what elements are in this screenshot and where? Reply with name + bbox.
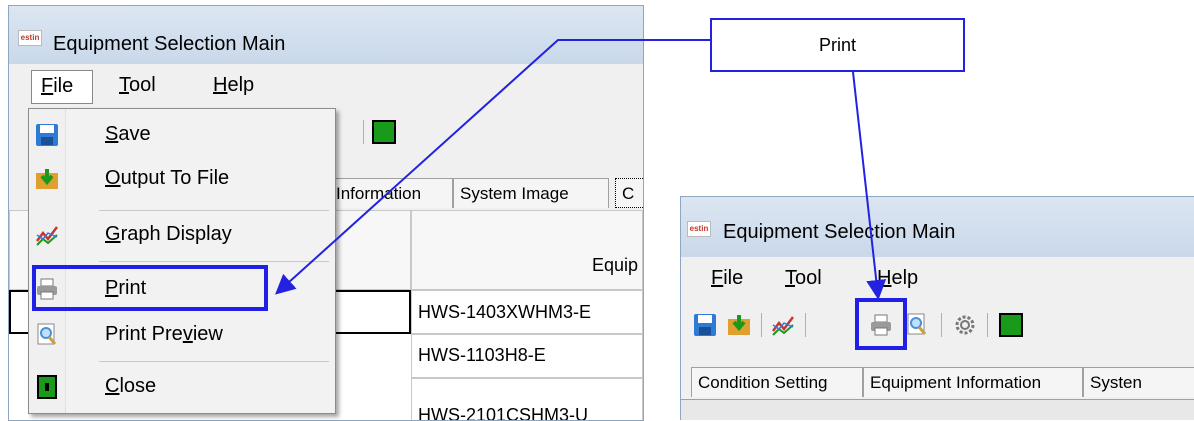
annotation-arrows	[275, 39, 887, 300]
arrow-to-menu-print	[275, 39, 710, 295]
arrow-to-toolbar-print	[852, 71, 887, 300]
